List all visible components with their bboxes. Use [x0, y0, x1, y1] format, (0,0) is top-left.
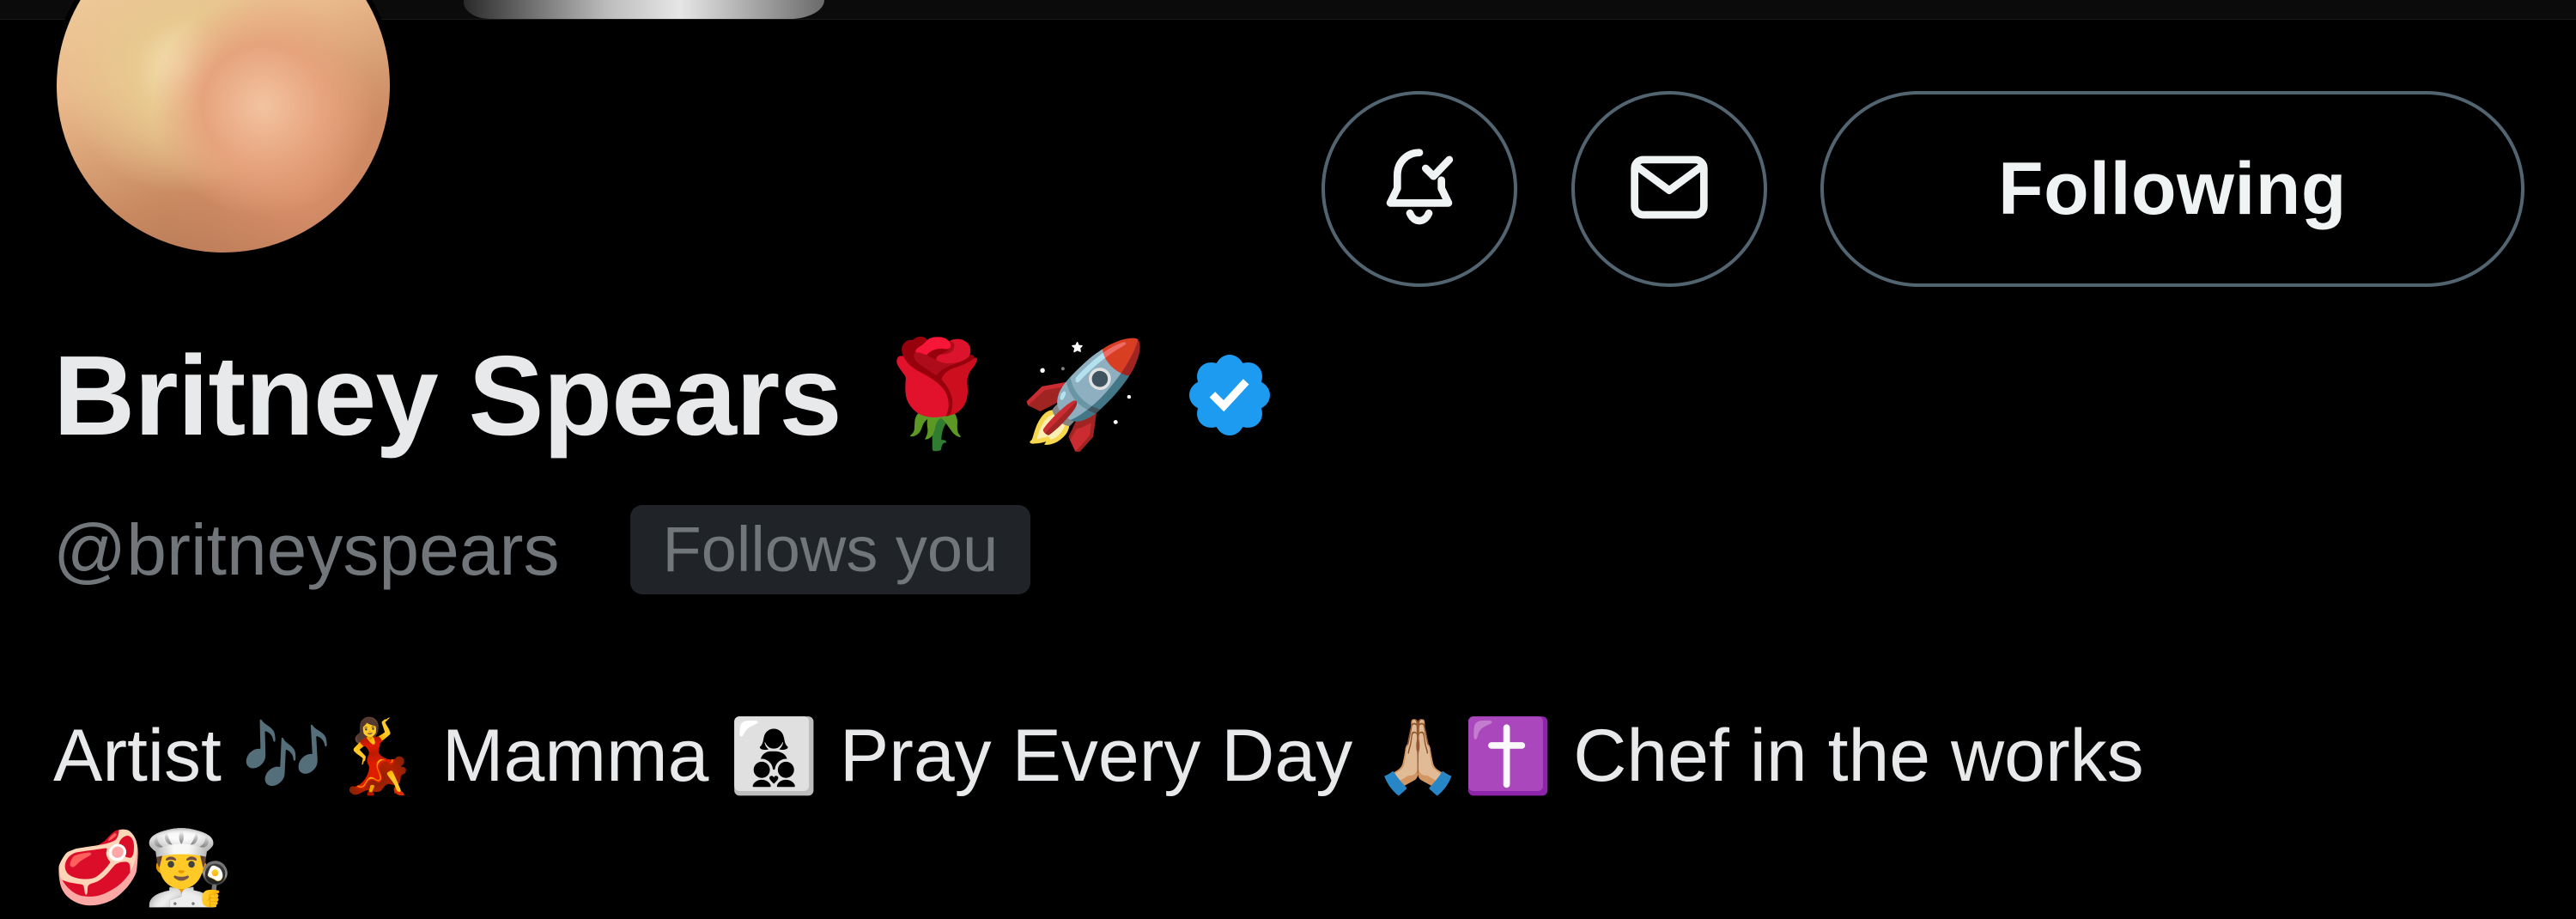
avatar[interactable]	[52, 0, 395, 258]
notifications-button[interactable]	[1321, 91, 1517, 287]
banner-image	[464, 0, 824, 19]
rose-emoji: 🌹	[872, 335, 1001, 454]
bio-text: Mamma	[421, 715, 730, 797]
follows-you-badge: Follows you	[629, 504, 1031, 595]
profile-handle: @britneyspears	[53, 508, 560, 590]
bell-check-icon	[1372, 140, 1467, 239]
profile-bio: Artist 🎶💃 Mamma 👩‍👦‍👦 Pray Every Day 🙏🏼✝…	[53, 704, 2543, 807]
handle-row: @britneyspears Follows you	[53, 502, 1031, 597]
bio-text: Chef in the works	[1552, 715, 2144, 797]
dancer-emoji: 💃	[331, 714, 422, 798]
steak-emoji: 🥩	[53, 825, 143, 910]
family-emoji: 👩‍👦‍👦	[729, 714, 819, 798]
message-button[interactable]	[1571, 91, 1767, 287]
chef-emoji: 👨‍🍳	[143, 825, 234, 910]
following-label: Following	[1998, 147, 2347, 230]
display-name: Britney Spears	[53, 332, 842, 459]
bio-line-2: 🥩👨‍🍳	[53, 816, 233, 919]
rocket-emoji: 🚀	[1019, 335, 1148, 454]
envelope-icon	[1622, 140, 1716, 239]
bio-text: Pray Every Day	[818, 715, 1374, 797]
following-button[interactable]: Following	[1820, 91, 2524, 287]
music-notes-emoji: 🎶	[241, 714, 332, 798]
profile-banner[interactable]	[0, 0, 2576, 20]
verified-badge-icon[interactable]	[1182, 348, 1277, 442]
praying-hands-emoji: 🙏🏼	[1373, 714, 1463, 798]
profile-name-row: Britney Spears 🌹 🚀	[53, 318, 1277, 472]
cross-emoji: ✝️	[1462, 714, 1553, 798]
bio-text: Artist	[53, 715, 242, 797]
